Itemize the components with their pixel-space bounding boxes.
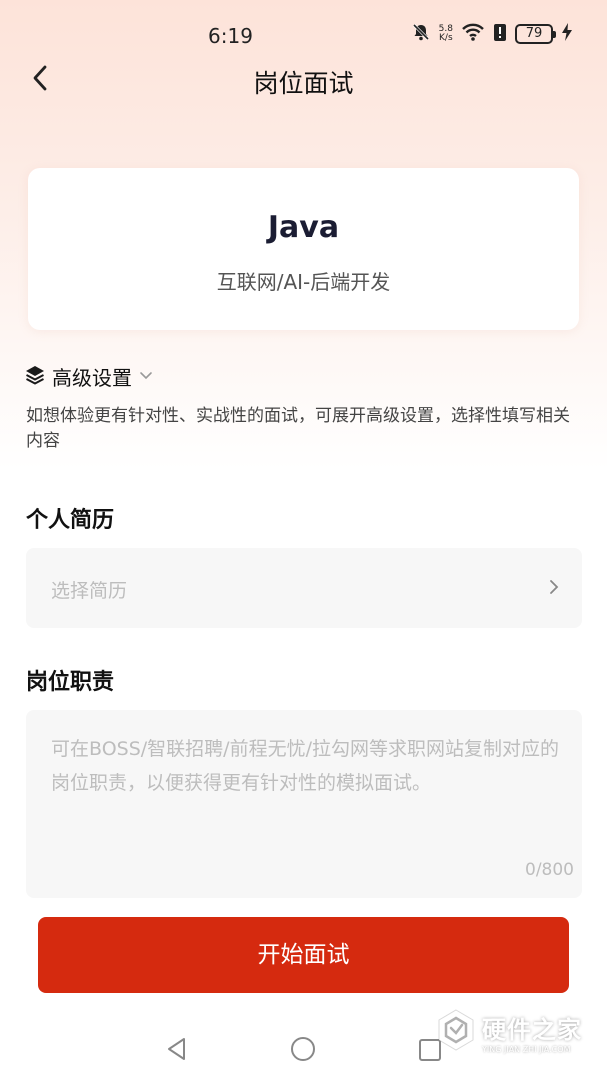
start-interview-button[interactable]: 开始面试 [38,917,569,993]
duty-placeholder: 可在BOSS/智联招聘/前程无忧/拉勾网等求职网站复制对应的岗位职责，以便获得更… [51,738,559,794]
watermark: 硬件之家 YING JIAN ZHI JIA.COM [436,1008,582,1056]
watermark-main-text: 硬件之家 [482,1016,582,1044]
chevron-down-icon [138,367,154,386]
resume-placeholder: 选择简历 [51,580,128,602]
job-title: Java [267,210,340,245]
resume-section-title: 个人简历 [26,508,115,533]
net-speed-unit: K/s [439,33,453,43]
job-card: Java 互联网/AI-后端开发 [28,168,579,330]
duty-section-title: 岗位职责 [26,670,115,695]
status-time: 6:19 [208,24,253,48]
duty-textarea[interactable]: 可在BOSS/智联招聘/前程无忧/拉勾网等求职网站复制对应的岗位职责，以便获得更… [26,710,582,898]
charging-icon [561,22,573,46]
advanced-settings-toggle[interactable]: 高级设置 [24,362,154,391]
job-category: 互联网/AI-后端开发 [216,270,391,294]
page-title: 岗位面试 [253,69,354,98]
watermark-logo-icon [436,1008,476,1056]
battery-indicator: 79 [515,24,556,44]
chevron-right-icon [548,578,560,600]
watermark-sub-text: YING JIAN ZHI JIA.COM [482,1045,571,1054]
bell-off-icon [411,22,431,46]
wifi-icon [461,22,485,46]
navigation-header: 岗位面试 [0,52,607,108]
watermark-text: 硬件之家 YING JIAN ZHI JIA.COM [482,1010,582,1054]
network-speed: 5.8 K/s [439,25,453,43]
nav-back-triangle-icon[interactable] [164,1036,190,1066]
battery-saver-icon [493,22,507,46]
nav-home-circle-icon[interactable] [290,1036,316,1066]
layers-icon [24,364,46,390]
advanced-settings-description: 如想体验更有针对性、实战性的面试，可展开高级设置，选择性填写相关内容 [26,406,570,451]
duty-char-counter: 0/800 [525,860,574,880]
advanced-settings-label: 高级设置 [52,366,132,390]
resume-select[interactable]: 选择简历 [26,548,582,628]
status-icons: 5.8 K/s 79 [411,22,573,46]
